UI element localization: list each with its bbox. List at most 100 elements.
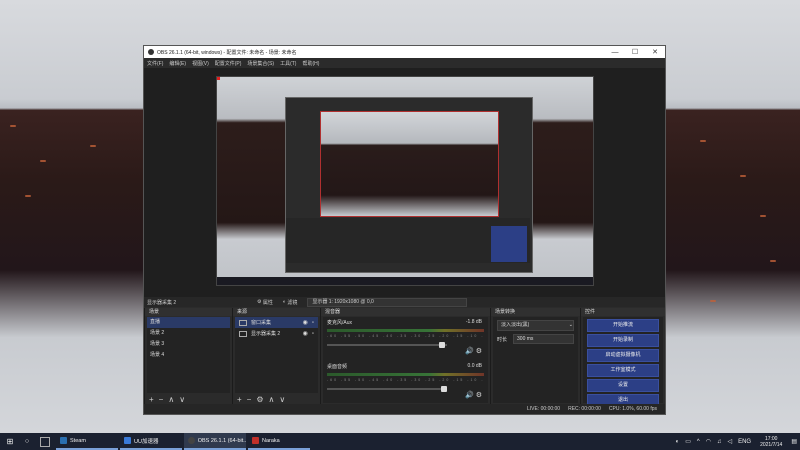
- window-capture-icon: [239, 319, 247, 326]
- channel-controls: 🔊 ⚙: [465, 391, 482, 399]
- scene-item[interactable]: 场景 2: [147, 328, 230, 339]
- remove-icon[interactable]: −: [159, 395, 164, 404]
- obs-logo-icon: [148, 49, 154, 55]
- properties-label: 属性: [262, 299, 273, 306]
- wallpaper-ember: [25, 195, 31, 197]
- taskbar-app-obs[interactable]: OBS 26.1.1 (64-bit...: [184, 433, 246, 450]
- microphone-icon[interactable]: ♫: [717, 439, 722, 445]
- remove-icon[interactable]: −: [247, 395, 252, 404]
- volume-slider-knob[interactable]: [439, 342, 445, 348]
- channel-db: -1.8 dB: [465, 319, 482, 325]
- live-status: LIVE: 00:00:00: [527, 406, 561, 412]
- clock[interactable]: 17:00 2021/7/14: [760, 436, 782, 448]
- mixer-dock: 混音器 麦克风/Aux -1.8 dB -60 -55 -50 -45 -40 …: [320, 308, 490, 405]
- tray-app-icon[interactable]: ◐: [676, 439, 680, 445]
- taskbar-app-naraka[interactable]: Naraka: [248, 433, 310, 450]
- move-up-icon[interactable]: ∧: [168, 395, 174, 404]
- studio-mode-button[interactable]: 工作室模式: [587, 364, 659, 377]
- language-indicator[interactable]: ENG: [738, 439, 751, 445]
- menu-view[interactable]: 视图(V): [192, 60, 209, 67]
- move-up-icon[interactable]: ∧: [269, 395, 275, 404]
- visibility-icon[interactable]: ◉: [303, 330, 308, 337]
- source-item[interactable]: 显示器采集 2 ◉ ▫: [235, 328, 318, 339]
- menu-help[interactable]: 帮助(H): [302, 60, 319, 67]
- wallpaper-ember: [90, 145, 96, 147]
- transitions-dock: 场景转换 淡入淡出(黑) ⌄ 时长 300 ms: [490, 308, 580, 405]
- menu-bar: 文件(F) 编辑(E) 视图(V) 配置文件(P) 场景集合(S) 工具(T) …: [144, 58, 665, 68]
- notification-icon[interactable]: ▤: [791, 438, 797, 445]
- task-view-icon[interactable]: [40, 436, 50, 447]
- chevron-up-icon[interactable]: ^: [697, 439, 700, 445]
- start-recording-button[interactable]: 开始录制: [587, 334, 659, 347]
- volume-slider[interactable]: [327, 342, 447, 348]
- gear-icon[interactable]: ⚙: [256, 395, 263, 404]
- channel-name: 麦克风/Aux: [327, 320, 353, 326]
- add-icon[interactable]: +: [149, 395, 154, 404]
- properties-button[interactable]: ⚙ 属性: [257, 299, 273, 306]
- scene-item[interactable]: 场景 4: [147, 350, 230, 361]
- add-icon[interactable]: +: [237, 395, 242, 404]
- visibility-icon[interactable]: ◉: [303, 319, 308, 326]
- taskbar-app-steam[interactable]: Steam: [56, 433, 118, 450]
- volume-icon[interactable]: ◁: [727, 438, 732, 445]
- close-button[interactable]: ✕: [645, 48, 665, 56]
- cpu-status: CPU: 1.0%, 60.00 fps: [608, 406, 657, 412]
- speaker-icon[interactable]: 🔊: [465, 348, 474, 355]
- rec-status: REC: 00:00:00: [568, 406, 601, 412]
- source-handle[interactable]: [217, 77, 220, 80]
- scene-toolbar: 显示器采集 2 ⚙ 属性 ◐ 滤镜 显示器 1: 1920x1080 @ 0,0: [144, 297, 665, 307]
- gear-icon[interactable]: ⚙: [476, 392, 482, 399]
- nested-preview-canvas: [320, 111, 499, 217]
- controls-dock: 控件 开始推流 开始录制 启动虚拟摄像机 工作室模式 设置 退出: [580, 308, 665, 407]
- menu-file[interactable]: 文件(F): [147, 60, 163, 67]
- settings-button[interactable]: 设置: [587, 379, 659, 392]
- display-select[interactable]: 显示器 1: 1920x1080 @ 0,0: [307, 297, 468, 307]
- transition-select[interactable]: 淡入淡出(黑) ⌄: [497, 320, 574, 331]
- menu-tools[interactable]: 工具(T): [280, 60, 296, 67]
- network-icon[interactable]: ▭: [685, 438, 691, 445]
- maximize-button[interactable]: ☐: [625, 48, 645, 56]
- menu-edit[interactable]: 编辑(E): [169, 60, 186, 67]
- filters-button[interactable]: ◐ 滤镜: [283, 299, 297, 306]
- lock-icon[interactable]: ▫: [312, 331, 314, 337]
- duration-row: 时长 300 ms: [497, 334, 574, 344]
- speaker-icon[interactable]: 🔊: [465, 392, 474, 399]
- obs-window: OBS 26.1.1 (64-bit, windows) - 配置文件: 未命名…: [143, 45, 666, 415]
- source-item[interactable]: 窗口采集 ◉ ▫: [235, 317, 318, 328]
- current-scene-label: 显示器采集 2: [147, 299, 177, 306]
- start-streaming-button[interactable]: 开始推流: [587, 319, 659, 332]
- scene-item[interactable]: 直播: [147, 317, 230, 328]
- taskbar-app-uu[interactable]: UU加速器: [120, 433, 182, 450]
- lock-icon[interactable]: ▫: [312, 320, 314, 326]
- search-icon[interactable]: ○: [20, 438, 34, 445]
- meter-ticks: -60 -55 -50 -45 -40 -35 -30 -25 -20 -15 …: [327, 334, 484, 338]
- window-title: OBS 26.1.1 (64-bit, windows) - 配置文件: 未命名…: [157, 49, 297, 56]
- start-menu-icon[interactable]: ⊞: [0, 437, 20, 446]
- taskbar-app-label: Steam: [70, 437, 86, 444]
- mixer-channel: 麦克风/Aux -1.8 dB -60 -55 -50 -45 -40 -35 …: [323, 317, 488, 361]
- nested-controls: [491, 226, 527, 262]
- wallpaper-ember: [760, 215, 766, 217]
- gear-icon[interactable]: ⚙: [476, 348, 482, 355]
- menu-scene-collection[interactable]: 场景集合(S): [247, 60, 274, 67]
- duration-input[interactable]: 300 ms: [513, 334, 574, 344]
- wallpaper-ember: [40, 160, 46, 162]
- volume-meter: [327, 373, 484, 376]
- transitions-title: 场景转换: [491, 308, 580, 316]
- controls-title: 控件: [581, 308, 665, 316]
- preview-canvas[interactable]: [216, 76, 594, 286]
- minimize-button[interactable]: —: [605, 49, 625, 56]
- sources-dock: 来源 窗口采集 ◉ ▫ 显示器采集 2 ◉ ▫ + − ⚙ ∧ ∨: [232, 308, 320, 405]
- scenes-dock: 场景 直播 场景 2 场景 3 场景 4 + − ∧ ∨: [144, 308, 232, 405]
- wifi-icon[interactable]: ◠: [706, 438, 711, 445]
- channel-name: 桌面音频: [327, 364, 348, 370]
- windows-taskbar: ⊞ ○ Steam UU加速器 OBS 26.1.1 (64-bit... Na…: [0, 433, 800, 450]
- move-down-icon[interactable]: ∨: [279, 395, 285, 404]
- scene-item[interactable]: 场景 3: [147, 339, 230, 350]
- volume-slider-knob[interactable]: [441, 386, 447, 392]
- virtual-camera-button[interactable]: 启动虚拟摄像机: [587, 349, 659, 362]
- meter-ticks: -60 -55 -50 -45 -40 -35 -30 -25 -20 -15 …: [327, 378, 484, 382]
- menu-profile[interactable]: 配置文件(P): [215, 60, 242, 67]
- move-down-icon[interactable]: ∨: [179, 395, 185, 404]
- volume-slider[interactable]: [327, 386, 447, 392]
